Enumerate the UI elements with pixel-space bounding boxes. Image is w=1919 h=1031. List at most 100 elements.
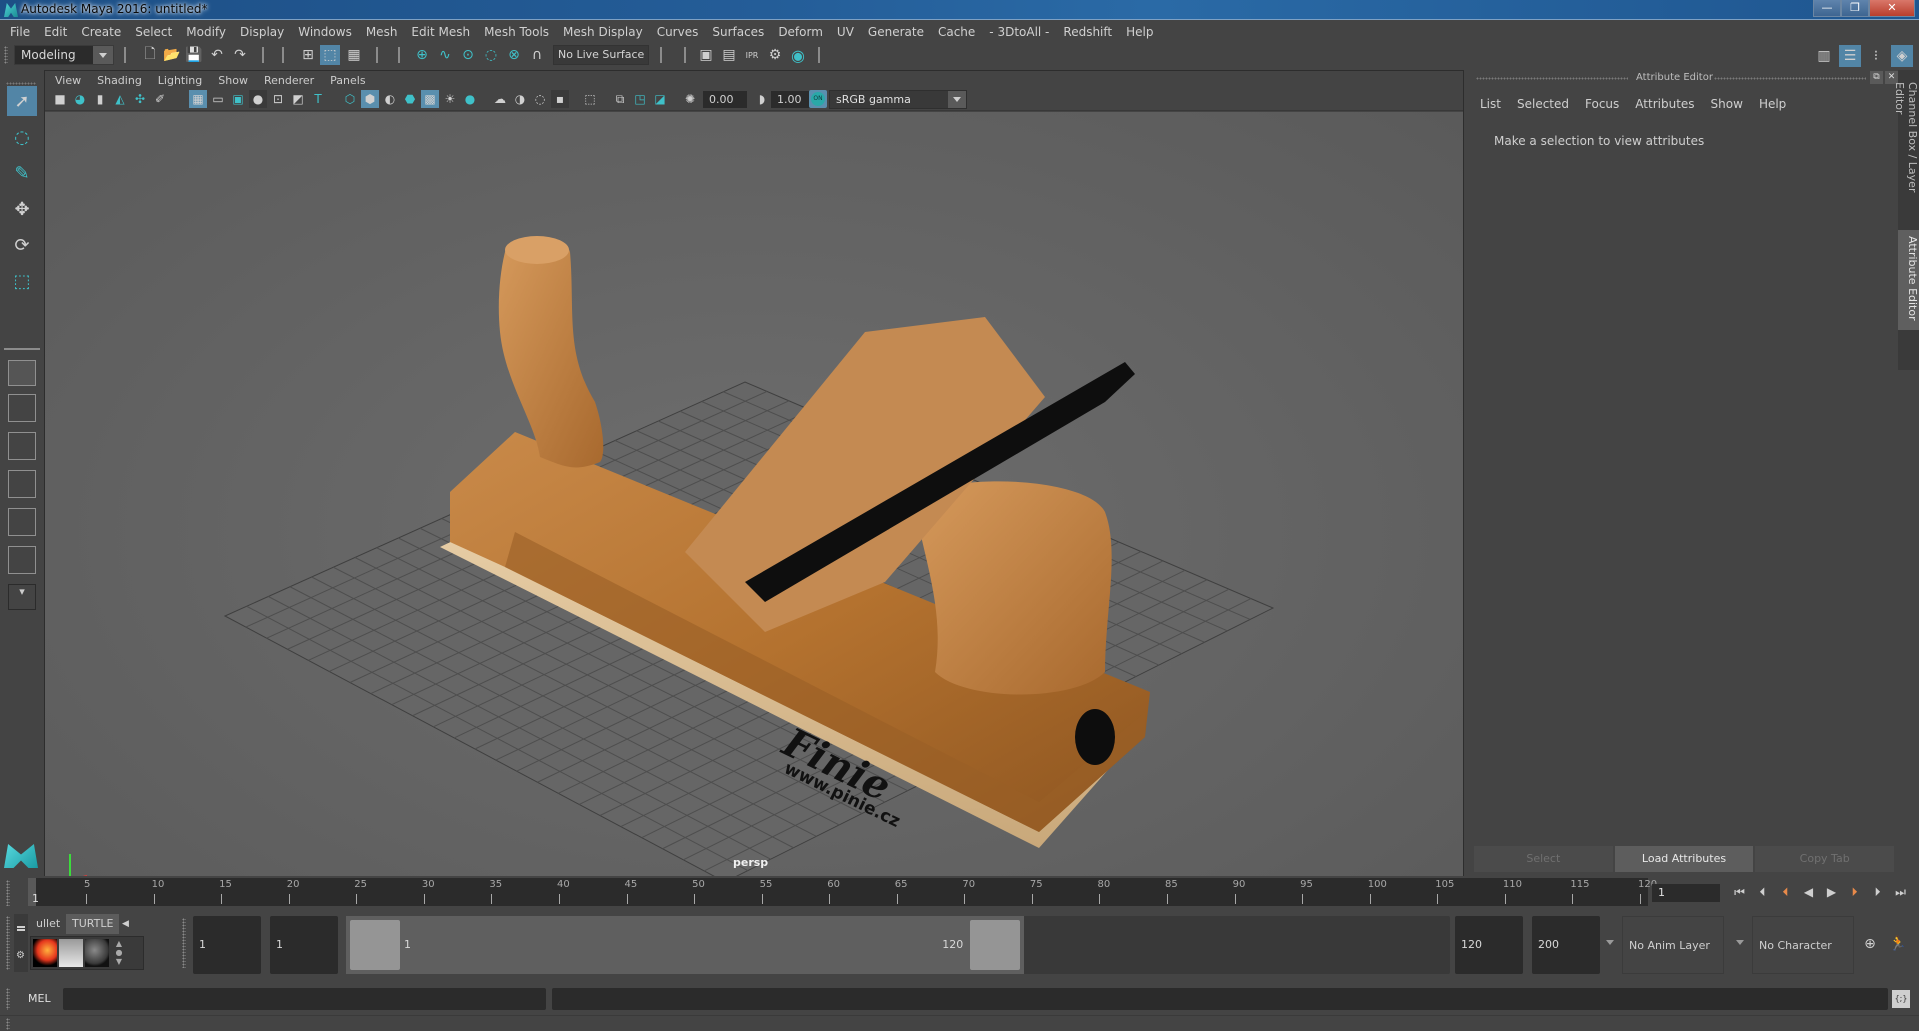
four-view-layout-icon[interactable] [8, 394, 36, 422]
step-forward-key-icon[interactable]: ⏵ [1845, 882, 1864, 902]
grip-handle[interactable] [6, 82, 36, 85]
attribute-editor-icon[interactable]: ☰ [1839, 45, 1861, 67]
snap-to-curve-icon[interactable]: ∿ [435, 45, 455, 65]
resolution-gate-icon[interactable]: ▣ [229, 90, 247, 108]
menu-deform[interactable]: Deform [776, 25, 831, 39]
menu-select[interactable]: Select [133, 25, 180, 39]
view-transform-dropdown[interactable]: sRGB gamma [829, 90, 967, 109]
persp-outliner-layout-icon[interactable] [8, 432, 36, 460]
playback-start-field[interactable]: 1 [270, 916, 338, 974]
step-back-frame-icon[interactable]: ⏴ [1753, 882, 1772, 902]
safe-title-icon[interactable]: T [309, 90, 327, 108]
scale-tool-icon[interactable]: ⬚ [7, 266, 37, 296]
play-forwards-icon[interactable]: ▶ [1822, 882, 1841, 902]
range-slider-bar[interactable]: 1 120 [346, 916, 1450, 974]
more-layouts-button[interactable]: ▾ [8, 584, 36, 610]
grip-handle[interactable] [6, 1018, 10, 1030]
exposure-field[interactable]: 0.00 [703, 91, 747, 108]
menu-edit[interactable]: Edit [42, 25, 75, 39]
menu-3dtoall[interactable]: - 3DtoAll - [987, 25, 1057, 39]
camera-attributes-icon[interactable]: ◕ [71, 90, 89, 108]
render-view-icon[interactable]: ▣ [696, 45, 716, 65]
attr-menu-selected[interactable]: Selected [1517, 97, 1569, 111]
exposure-icon[interactable]: ✺ [681, 90, 699, 108]
snap-to-view-plane-icon[interactable]: ◌ [481, 45, 501, 65]
close-button[interactable]: ✕ [1869, 0, 1915, 17]
grease-pencil-icon[interactable]: ✐ [151, 90, 169, 108]
step-forward-frame-icon[interactable]: ⏵ [1868, 882, 1887, 902]
time-slider-track[interactable]: 1 5 10 15 20 25 30 35 40 45 50 55 60 65 70 75 80 85 90 95 1… [28, 878, 1657, 906]
bookmark-icon[interactable]: ▮ [91, 90, 109, 108]
3d-viewport[interactable]: Finie www.pinie.cz persp [45, 112, 1463, 876]
range-start-handle[interactable] [350, 920, 400, 970]
save-scene-icon[interactable]: 💾 [184, 45, 204, 65]
panel-menu-shading[interactable]: Shading [97, 74, 152, 87]
fire-shelf-icon[interactable] [33, 939, 57, 967]
persp-graph-layout-icon[interactable] [8, 470, 36, 498]
attr-menu-focus[interactable]: Focus [1585, 97, 1619, 111]
grip-handle[interactable] [1476, 77, 1628, 80]
select-button[interactable]: Select [1474, 846, 1613, 872]
field-chart-icon[interactable]: ⊡ [269, 90, 287, 108]
mel-command-input[interactable] [63, 988, 546, 1010]
safe-action-icon[interactable]: ◩ [289, 90, 307, 108]
menu-modify[interactable]: Modify [184, 25, 234, 39]
ipr-render-icon[interactable]: IPR [742, 45, 762, 65]
wireframe-icon[interactable]: ⬡ [341, 90, 359, 108]
grip-handle[interactable] [1714, 77, 1866, 80]
wireframe-on-shaded-icon[interactable]: ◐ [381, 90, 399, 108]
shelf-tab-bullet[interactable]: ullet [30, 914, 66, 934]
2d-pan-zoom-icon[interactable]: ✣ [131, 90, 149, 108]
character-set-dropdown[interactable]: No Character Set [1752, 916, 1854, 1010]
hypershade-persp-layout-icon[interactable] [8, 508, 36, 536]
snap-to-grid-icon[interactable]: ⊕ [412, 45, 432, 65]
menu-mesh[interactable]: Mesh [364, 25, 406, 39]
gate-mask-icon[interactable]: ● [249, 90, 267, 108]
menu-windows[interactable]: Windows [296, 25, 360, 39]
menu-redshift[interactable]: Redshift [1061, 25, 1120, 39]
live-surface-field[interactable]: No Live Surface [553, 45, 649, 65]
current-frame-field[interactable]: 1 [1652, 884, 1720, 902]
open-scene-icon[interactable]: 📂 [162, 45, 182, 65]
attr-menu-help[interactable]: Help [1759, 97, 1786, 111]
animation-start-field[interactable]: 1 [193, 916, 261, 974]
mel-label[interactable]: MEL [28, 992, 51, 1005]
multisample-aa-icon[interactable]: ◑ [511, 90, 529, 108]
copy-tab-button[interactable]: Copy Tab [1755, 846, 1895, 872]
make-live-icon[interactable]: ∩ [527, 45, 547, 65]
snap-to-projected-center-icon[interactable]: ⊗ [504, 45, 524, 65]
screen-space-ao-icon[interactable]: ● [461, 90, 479, 108]
panel-menu-panels[interactable]: Panels [330, 74, 375, 87]
anim-layer-dropdown[interactable]: No Anim Layer [1622, 916, 1724, 974]
grid-icon[interactable]: ▦ [189, 90, 207, 108]
color-management-toggle[interactable] [809, 90, 827, 108]
shelf-scroll-icon[interactable]: ▲ ● ▼ [113, 939, 125, 967]
chevron-down-icon[interactable] [1606, 940, 1614, 949]
camera-icon[interactable]: ■ [51, 90, 69, 108]
image-plane-icon[interactable]: ◭ [111, 90, 129, 108]
turtle-render-shelf-icon[interactable] [59, 939, 83, 967]
grip-handle[interactable] [6, 916, 10, 970]
grip-handle[interactable] [6, 880, 10, 906]
snap-to-point-icon[interactable]: ⊙ [458, 45, 478, 65]
menu-set-dropdown[interactable]: Modeling [14, 45, 114, 65]
auto-key-icon[interactable]: ⊕ [1860, 934, 1880, 954]
menu-help[interactable]: Help [1124, 25, 1161, 39]
menu-mesh-display[interactable]: Mesh Display [561, 25, 651, 39]
smooth-shade-icon[interactable]: ⬢ [361, 90, 379, 108]
playback-end-field[interactable]: 120 [1455, 916, 1523, 974]
menu-display[interactable]: Display [238, 25, 292, 39]
menu-curves[interactable]: Curves [655, 25, 707, 39]
redo-icon[interactable]: ↷ [230, 45, 250, 65]
use-all-lights-icon[interactable]: ▩ [421, 90, 439, 108]
attr-menu-show[interactable]: Show [1711, 97, 1743, 111]
render-current-frame-icon[interactable]: ▤ [719, 45, 739, 65]
hypershade-icon[interactable]: ◉ [788, 45, 808, 65]
go-to-start-icon[interactable]: ⏮ [1730, 882, 1749, 902]
attr-menu-list[interactable]: List [1480, 97, 1501, 111]
tool-settings-icon[interactable]: ⁝ [1865, 45, 1887, 67]
menu-uv[interactable]: UV [835, 25, 862, 39]
menu-file[interactable]: File [8, 25, 38, 39]
depth-of-field-icon[interactable]: ◌ [531, 90, 549, 108]
grip-handle[interactable] [182, 918, 186, 968]
